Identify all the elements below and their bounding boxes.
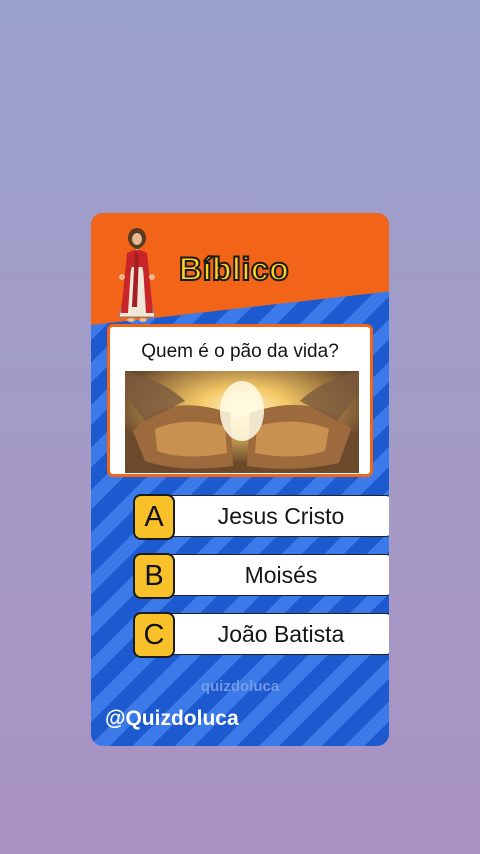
author-handle: @Quizdoluca bbox=[105, 707, 239, 730]
option-c-badge: C bbox=[133, 612, 175, 658]
question-box: Quem é o pão da vida? bbox=[107, 324, 373, 477]
option-a-text: Jesus Cristo bbox=[217, 503, 345, 529]
option-a-badge: A bbox=[133, 494, 175, 540]
option-a[interactable]: Jesus Cristo A bbox=[133, 494, 389, 540]
category-title: Bíblico bbox=[178, 250, 290, 288]
option-b-badge: B bbox=[133, 553, 175, 599]
option-c[interactable]: João Batista C bbox=[133, 612, 389, 658]
quiz-card: Bíblico Quem é o pão da vida? Jesus Cris… bbox=[91, 213, 389, 746]
watermark-text: quizdoluca bbox=[200, 678, 280, 695]
jesus-figure-icon bbox=[118, 228, 156, 322]
option-b[interactable]: Moisés B bbox=[133, 553, 389, 599]
bread-breaking-image bbox=[125, 371, 359, 473]
question-text: Quem é o pão da vida? bbox=[141, 341, 339, 362]
option-c-text: João Batista bbox=[217, 621, 345, 647]
option-b-text: Moisés bbox=[244, 562, 318, 588]
